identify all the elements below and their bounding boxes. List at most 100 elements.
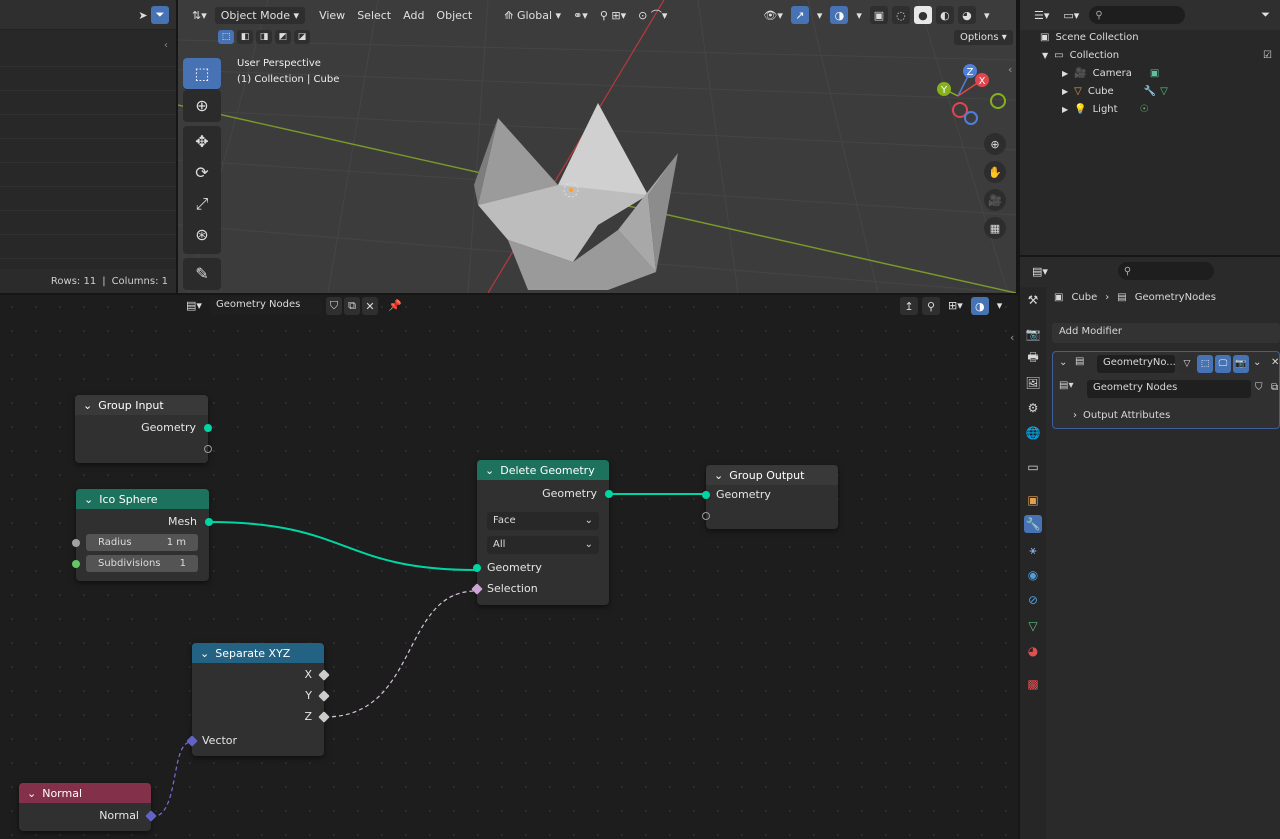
camera-data-icon[interactable]: ▣ bbox=[1150, 68, 1159, 79]
outliner-search-input[interactable]: ⚲ bbox=[1089, 6, 1186, 24]
domain-dropdown[interactable]: Face ⌄ bbox=[487, 511, 599, 530]
modifier-panel: ⌄ ▤ GeometryNo... ▽ ⬚ 🖵 📷 ⌄ ✕ ▤▾ Geometr… bbox=[1052, 351, 1280, 429]
scene-collection-row[interactable]: ▣ Scene Collection bbox=[1020, 28, 1280, 46]
render-toggle-icon[interactable]: 📷 bbox=[1233, 355, 1249, 373]
chevron-down-icon: ⌄ bbox=[584, 539, 593, 550]
geometry-input-socket[interactable] bbox=[702, 491, 710, 499]
collapse-chevron-icon[interactable]: ⌄ bbox=[84, 493, 93, 506]
modifier-tab-icon[interactable]: 🔧 bbox=[1024, 515, 1042, 533]
world-tab-icon[interactable]: 🌐 bbox=[1024, 424, 1042, 442]
socket-row: Mesh bbox=[76, 511, 213, 532]
subdivisions-value: 1 bbox=[179, 558, 186, 569]
collapse-chevron-icon[interactable]: ⌄ bbox=[714, 469, 723, 482]
material-tab-icon[interactable]: ◕ bbox=[1024, 642, 1042, 660]
group-output-node[interactable]: ⌄ Group Output Geometry bbox=[702, 465, 838, 529]
empty-input-socket[interactable] bbox=[702, 512, 710, 520]
mesh-data-icon[interactable]: ▽ bbox=[1160, 86, 1168, 97]
render-tab-icon[interactable]: 📷 bbox=[1024, 325, 1042, 343]
object-tab-icon[interactable]: ▣ bbox=[1024, 491, 1042, 509]
particles-tab-icon[interactable]: ⚹ bbox=[1024, 541, 1042, 559]
expand-arrow-icon[interactable]: ▶ bbox=[1062, 105, 1068, 114]
cube-label: Cube bbox=[1087, 85, 1114, 97]
node-group-browse-icon[interactable]: ▤▾ bbox=[1059, 380, 1073, 391]
geometry-output-socket[interactable] bbox=[204, 424, 212, 432]
collapse-chevron-icon[interactable]: ⌄ bbox=[200, 647, 209, 660]
physics-tab-icon[interactable]: ◉ bbox=[1024, 566, 1042, 584]
radius-field[interactable]: Radius 1 m bbox=[86, 534, 198, 551]
node-header[interactable]: ⌄ Separate XYZ bbox=[192, 643, 324, 663]
breadcrumb: ▣ Cube › ▤ GeometryNodes bbox=[1054, 292, 1216, 303]
constraints-tab-icon[interactable]: ⊘ bbox=[1024, 591, 1042, 609]
node-header[interactable]: ⌄ Ico Sphere bbox=[76, 489, 209, 509]
modifier-name-field[interactable]: GeometryNo... bbox=[1097, 355, 1175, 373]
scene-tab-icon[interactable]: ⚙ bbox=[1024, 399, 1042, 417]
outliner-header: ☰▾ ▭▾ ⚲ ⏷ bbox=[1020, 0, 1280, 30]
fake-user-shield-icon[interactable]: ⛉ bbox=[1255, 382, 1263, 393]
exclude-checkbox-icon[interactable]: ☑ bbox=[1263, 50, 1272, 61]
add-modifier-button[interactable]: Add Modifier bbox=[1052, 323, 1280, 343]
node-header[interactable]: ⌄ Delete Geometry bbox=[477, 460, 609, 480]
outliner-filter-icon[interactable]: ⏷ bbox=[1257, 6, 1274, 24]
on-cage-toggle-icon[interactable]: ⬚ bbox=[1197, 355, 1213, 373]
delete-geometry-node[interactable]: ⌄ Delete Geometry Geometry Face ⌄ All ⌄ … bbox=[471, 460, 613, 605]
scene-collection-label: Scene Collection bbox=[1055, 31, 1139, 43]
outliner-item-camera[interactable]: ▶ 🎥 Camera ▣ bbox=[1020, 64, 1280, 82]
expand-arrow-icon[interactable]: ▶ bbox=[1062, 87, 1068, 96]
display-mode-icon[interactable]: ▭▾ bbox=[1059, 7, 1083, 24]
properties-search-input[interactable]: ⚲ bbox=[1117, 262, 1214, 280]
subdivisions-field[interactable]: Subdivisions 1 bbox=[86, 555, 198, 572]
breadcrumb-modifier: GeometryNodes bbox=[1134, 292, 1216, 303]
geometry-output-socket[interactable] bbox=[605, 490, 613, 498]
geometry-input-socket[interactable] bbox=[473, 564, 481, 572]
mode-dropdown[interactable]: All ⌄ bbox=[487, 535, 599, 554]
output-tab-icon[interactable]: 🖶 bbox=[1024, 349, 1042, 367]
data-tab-icon[interactable]: ▽ bbox=[1024, 617, 1042, 635]
domain-value: Face bbox=[493, 515, 516, 526]
expand-arrow-icon[interactable]: ▼ bbox=[1042, 51, 1048, 60]
view-layer-tab-icon[interactable]: 🖼 bbox=[1024, 374, 1042, 392]
properties-editor-type-icon[interactable]: ▤▾ bbox=[1028, 263, 1052, 280]
radius-label: Radius bbox=[98, 537, 132, 548]
collapse-chevron-icon[interactable]: ⌄ bbox=[83, 399, 92, 412]
outliner-item-cube[interactable]: ▶ ▽ Cube 🔧 ▽ bbox=[1020, 82, 1280, 100]
outliner-editor-type-icon[interactable]: ☰▾ bbox=[1030, 7, 1053, 24]
subdivisions-input-socket[interactable] bbox=[72, 560, 80, 568]
mesh-object-icon: ▽ bbox=[1074, 85, 1082, 97]
node-group-field[interactable]: Geometry Nodes bbox=[1087, 380, 1251, 398]
collection-tab-icon[interactable]: ▭ bbox=[1024, 458, 1042, 476]
geometry-nodes-modifier-icon: ▤ bbox=[1075, 356, 1085, 367]
object-icon: ▣ bbox=[1054, 292, 1064, 303]
radius-input-socket[interactable] bbox=[72, 539, 80, 547]
node-title: Delete Geometry bbox=[500, 463, 595, 477]
light-data-icon[interactable]: ☉ bbox=[1140, 104, 1149, 115]
texture-tab-icon[interactable]: ▩ bbox=[1024, 675, 1042, 693]
output-attributes-label: Output Attributes bbox=[1083, 410, 1171, 421]
remove-modifier-icon[interactable]: ✕ bbox=[1271, 357, 1279, 368]
tool-tab-icon[interactable]: ⚒ bbox=[1024, 291, 1042, 309]
group-input-node[interactable]: ⌄ Group Input Geometry bbox=[75, 395, 212, 463]
empty-output-socket[interactable] bbox=[204, 445, 212, 453]
mode-value: All bbox=[493, 539, 506, 550]
viewport-display-toggle-icon[interactable]: 🖵 bbox=[1215, 355, 1231, 373]
expand-chevron-icon[interactable]: ⌄ bbox=[1059, 357, 1067, 368]
node-header[interactable]: ⌄ Group Output bbox=[706, 465, 838, 485]
edit-mode-toggle-icon[interactable]: ▽ bbox=[1179, 355, 1195, 373]
collection-row[interactable]: ▼ ▭ Collection ☑ bbox=[1020, 46, 1280, 64]
node-header[interactable]: ⌄ Group Input bbox=[75, 395, 208, 415]
node-header[interactable]: ⌄ Normal bbox=[19, 783, 151, 803]
separate-xyz-node[interactable]: ⌄ Separate XYZ X Y Z Vector bbox=[186, 643, 330, 756]
normal-node[interactable]: ⌄ Normal Normal bbox=[19, 783, 157, 831]
ico-sphere-node[interactable]: ⌄ Ico Sphere Mesh Radius 1 m Subdivision… bbox=[72, 489, 213, 581]
collapse-chevron-icon[interactable]: ⌄ bbox=[27, 787, 36, 800]
socket-row: Selection bbox=[471, 578, 609, 599]
duplicate-icon[interactable]: ⧉ bbox=[1271, 382, 1278, 393]
outliner-item-light[interactable]: ▶ 💡 Light ☉ bbox=[1020, 100, 1280, 118]
properties-header: ▤▾ ⚲ bbox=[1020, 257, 1280, 285]
expand-arrow-icon[interactable]: ▶ bbox=[1062, 69, 1068, 78]
mesh-output-socket[interactable] bbox=[205, 518, 213, 526]
output-attributes-subpanel[interactable]: › Output Attributes bbox=[1073, 410, 1170, 421]
collapse-chevron-icon[interactable]: ⌄ bbox=[485, 464, 494, 477]
modifier-wrench-icon[interactable]: 🔧 bbox=[1144, 86, 1156, 97]
modifier-dropdown-icon[interactable]: ⌄ bbox=[1253, 357, 1261, 368]
node-title: Separate XYZ bbox=[215, 646, 291, 660]
